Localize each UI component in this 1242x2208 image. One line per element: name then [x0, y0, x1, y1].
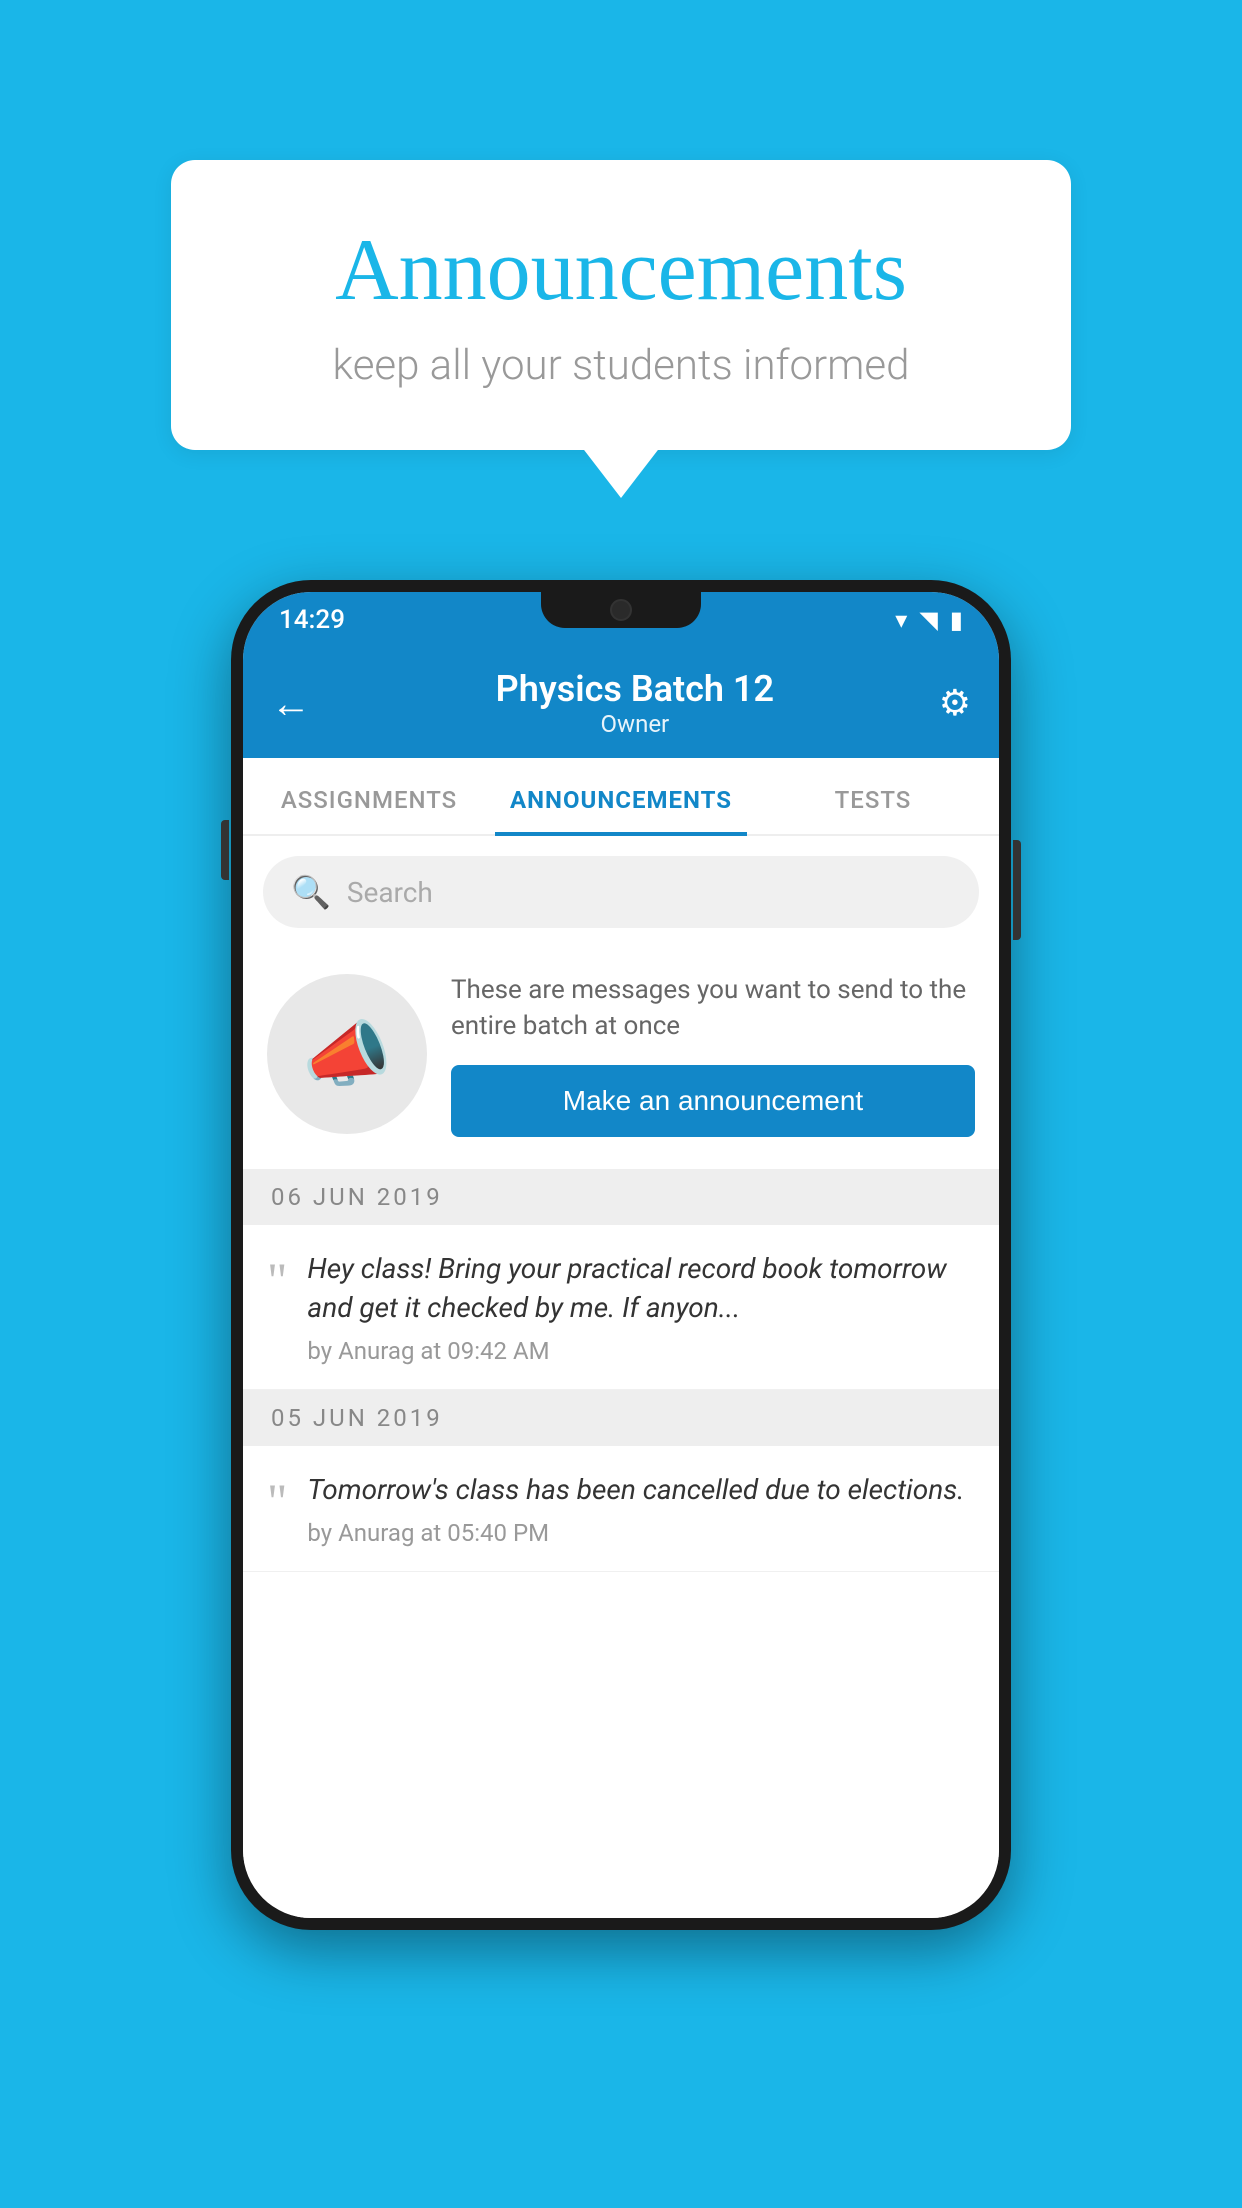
app-bar-center: Physics Batch 12 Owner	[331, 668, 939, 738]
camera	[610, 599, 632, 621]
announcement-meta-1: by Anurag at 09:42 AM	[307, 1337, 975, 1365]
power-button	[1013, 840, 1021, 940]
tab-tests[interactable]: TESTS	[747, 758, 999, 834]
tab-assignments[interactable]: ASSIGNMENTS	[243, 758, 495, 834]
phone-screen: 14:29 ▾ ◥ ▮ ← Physics Batch 12 Owner ⚙	[243, 592, 999, 1918]
announcement-text-2: Tomorrow's class has been cancelled due …	[307, 1470, 975, 1509]
status-time: 14:29	[279, 605, 345, 635]
app-bar-title: Physics Batch 12	[331, 668, 939, 710]
speech-bubble: Announcements keep all your students inf…	[171, 160, 1071, 450]
search-placeholder-text: Search	[347, 876, 433, 909]
announcement-promo: 📣 These are messages you want to send to…	[243, 948, 999, 1169]
bubble-subtitle: keep all your students informed	[251, 341, 991, 390]
announcement-item-2[interactable]: " Tomorrow's class has been cancelled du…	[243, 1446, 999, 1572]
promo-icon-circle: 📣	[267, 974, 427, 1134]
promo-content: These are messages you want to send to t…	[451, 972, 975, 1137]
phone-frame: 14:29 ▾ ◥ ▮ ← Physics Batch 12 Owner ⚙	[231, 580, 1011, 1930]
volume-button-left	[221, 820, 229, 880]
wifi-icon: ▾	[895, 606, 907, 634]
tab-announcements[interactable]: ANNOUNCEMENTS	[495, 758, 747, 834]
make-announcement-button[interactable]: Make an announcement	[451, 1065, 975, 1137]
megaphone-icon: 📣	[302, 1012, 392, 1097]
app-bar: ← Physics Batch 12 Owner ⚙	[243, 648, 999, 758]
announcement-text-1: Hey class! Bring your practical record b…	[307, 1249, 975, 1327]
settings-button[interactable]: ⚙	[939, 682, 971, 724]
status-icons: ▾ ◥ ▮	[895, 606, 963, 634]
phone-wrapper: 14:29 ▾ ◥ ▮ ← Physics Batch 12 Owner ⚙	[231, 580, 1011, 1930]
announcement-meta-2: by Anurag at 05:40 PM	[307, 1519, 975, 1547]
date-separator-2: 05 JUN 2019	[243, 1390, 999, 1446]
phone-notch	[541, 592, 701, 628]
promo-description: These are messages you want to send to t…	[451, 972, 975, 1045]
app-bar-subtitle: Owner	[331, 710, 939, 738]
battery-icon: ▮	[950, 606, 963, 634]
signal-icon: ◥	[919, 606, 937, 634]
announcement-item-1[interactable]: " Hey class! Bring your practical record…	[243, 1225, 999, 1390]
date-separator-1: 06 JUN 2019	[243, 1169, 999, 1225]
back-button[interactable]: ←	[271, 680, 311, 727]
tabs: ASSIGNMENTS ANNOUNCEMENTS TESTS	[243, 758, 999, 836]
content-area: 🔍 Search 📣 These are messages you want t…	[243, 836, 999, 1918]
announcement-content-2: Tomorrow's class has been cancelled due …	[307, 1470, 975, 1547]
announcement-content-1: Hey class! Bring your practical record b…	[307, 1249, 975, 1365]
quote-icon-1: "	[267, 1255, 287, 1305]
bubble-title: Announcements	[251, 220, 991, 321]
quote-icon-2: "	[267, 1476, 287, 1526]
search-bar[interactable]: 🔍 Search	[263, 856, 979, 928]
search-icon: 🔍	[291, 873, 331, 911]
